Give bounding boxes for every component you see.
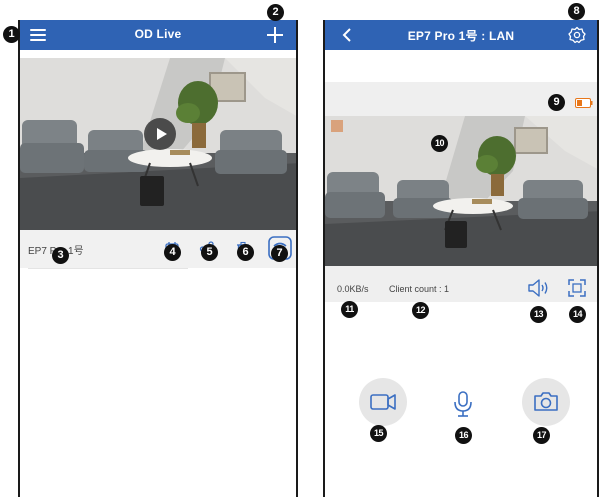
callout-4: 4 xyxy=(164,244,181,261)
camera-icon xyxy=(534,392,558,411)
device-title: EP7 Pro 1号 : LAN xyxy=(407,29,515,43)
live-view-screen: EP7 Pro 1号 : LAN 0.0KB/s Client count: … xyxy=(323,20,599,497)
fullscreen-icon[interactable] xyxy=(568,279,586,297)
divider xyxy=(28,268,188,269)
callout-17: 17 xyxy=(533,427,550,444)
callout-2: 2 xyxy=(267,4,284,21)
callout-8: 8 xyxy=(568,3,585,20)
callout-5: 5 xyxy=(201,244,218,261)
callout-1: 1 xyxy=(3,26,20,43)
callout-10: 10 xyxy=(431,135,448,152)
client-count: Client count : 1 xyxy=(389,284,450,294)
camera-preview-thumbnail[interactable] xyxy=(20,58,296,230)
battery-icon xyxy=(575,95,593,108)
room-scene-image xyxy=(325,116,597,266)
callout-12: 12 xyxy=(412,302,429,319)
speaker-icon[interactable] xyxy=(527,278,551,298)
callout-15: 15 xyxy=(370,425,387,442)
top-app-bar: EP7 Pro 1号 : LAN xyxy=(325,20,597,50)
callout-6: 6 xyxy=(237,244,254,261)
callout-16: 16 xyxy=(455,427,472,444)
callout-13: 13 xyxy=(530,306,547,323)
callout-3: 3 xyxy=(52,247,69,264)
bitrate-readout: 0.0KB/s xyxy=(337,284,369,294)
record-button[interactable] xyxy=(359,378,407,426)
callout-14: 14 xyxy=(569,306,586,323)
play-icon[interactable] xyxy=(144,118,176,150)
plus-icon[interactable] xyxy=(267,27,283,43)
callout-7: 7 xyxy=(271,245,288,262)
microphone-icon[interactable] xyxy=(451,390,475,418)
top-app-bar: OD Live xyxy=(20,20,296,50)
app-title: OD Live xyxy=(134,27,182,41)
snapshot-button[interactable] xyxy=(522,378,570,426)
settings-icon[interactable] xyxy=(568,26,586,44)
record-icon xyxy=(370,394,396,410)
live-video-feed[interactable] xyxy=(325,116,597,266)
callout-11: 11 xyxy=(341,301,358,318)
callout-9: 9 xyxy=(548,94,565,111)
